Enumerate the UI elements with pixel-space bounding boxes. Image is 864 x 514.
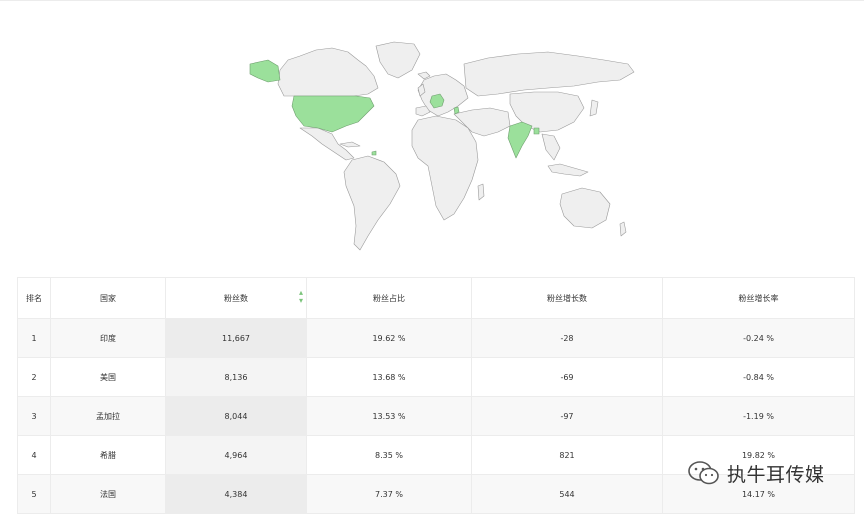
country-japan[interactable] (589, 99, 599, 117)
cell-rank: 2 (17, 357, 51, 397)
cell-rank: 1 (17, 318, 51, 358)
cell-growth-rate: -0.84 % (662, 357, 855, 397)
cell-rank: 4 (17, 435, 51, 475)
country-africa[interactable] (411, 115, 479, 221)
header-country[interactable]: 国家 (50, 277, 166, 319)
cell-share: 7.37 % (306, 474, 472, 514)
country-usa[interactable] (291, 95, 375, 133)
country-cuba[interactable] (339, 141, 361, 148)
cell-growth: -28 (471, 318, 663, 358)
world-map (228, 36, 648, 256)
cell-country: 美国 (50, 357, 166, 397)
cell-fans: 8,136 (165, 357, 307, 397)
table-row[interactable]: 3 孟加拉 8,044 13.53 % -97 -1.19 % (17, 396, 855, 436)
country-usa-alaska[interactable] (249, 59, 281, 83)
country-greenland[interactable] (375, 41, 421, 79)
header-share[interactable]: 粉丝占比 (306, 277, 472, 319)
cell-share: 13.68 % (306, 357, 472, 397)
header-growth-rate[interactable]: 粉丝增长率 (662, 277, 855, 319)
table-row[interactable]: 1 印度 11,667 19.62 % -28 -0.24 % (17, 318, 855, 358)
country-south-america[interactable] (343, 155, 401, 251)
cell-growth-rate: -0.24 % (662, 318, 855, 358)
watermark-text: 执牛耳传媒 (727, 463, 825, 486)
country-australia[interactable] (559, 187, 611, 229)
watermark: 执牛耳传媒 (687, 456, 825, 490)
table-row[interactable]: 2 美国 8,136 13.68 % -69 -0.84 % (17, 357, 855, 397)
cell-country: 印度 (50, 318, 166, 358)
country-indonesia[interactable] (547, 163, 589, 177)
cell-fans: 8,044 (165, 396, 307, 436)
cell-fans: 4,964 (165, 435, 307, 475)
country-bangladesh[interactable] (533, 127, 540, 135)
cell-fans: 4,384 (165, 474, 307, 514)
country-india[interactable] (507, 121, 533, 159)
cell-rank: 5 (17, 474, 51, 514)
cell-share: 19.62 % (306, 318, 472, 358)
header-rank[interactable]: 排名 (17, 277, 51, 319)
cell-growth: -97 (471, 396, 663, 436)
cell-growth: 544 (471, 474, 663, 514)
cell-country: 法国 (50, 474, 166, 514)
header-fans[interactable]: 粉丝数 ▴ ▾ (165, 277, 307, 319)
cell-fans: 11,667 (165, 318, 307, 358)
cell-share: 8.35 % (306, 435, 472, 475)
top-divider (0, 0, 864, 1)
wechat-icon (688, 461, 719, 485)
country-canada[interactable] (277, 47, 379, 97)
cell-growth-rate: -1.19 % (662, 396, 855, 436)
table-header-row: 排名 国家 粉丝数 ▴ ▾ 粉丝占比 粉丝增长数 粉丝增长率 (17, 277, 855, 319)
cell-country: 希腊 (50, 435, 166, 475)
world-map-svg (249, 41, 635, 251)
cell-rank: 3 (17, 396, 51, 436)
cell-growth: 821 (471, 435, 663, 475)
sort-down-icon[interactable]: ▴ ▾ (299, 288, 303, 305)
header-growth[interactable]: 粉丝增长数 (471, 277, 663, 319)
country-madagascar[interactable] (477, 183, 485, 201)
country-caribbean-highlight[interactable] (371, 150, 377, 156)
country-russia[interactable] (463, 51, 635, 97)
cell-growth: -69 (471, 357, 663, 397)
country-new-zealand[interactable] (619, 221, 627, 237)
country-iceland[interactable] (417, 71, 431, 80)
cell-country: 孟加拉 (50, 396, 166, 436)
cell-share: 13.53 % (306, 396, 472, 436)
country-southeast-asia[interactable] (541, 133, 561, 161)
